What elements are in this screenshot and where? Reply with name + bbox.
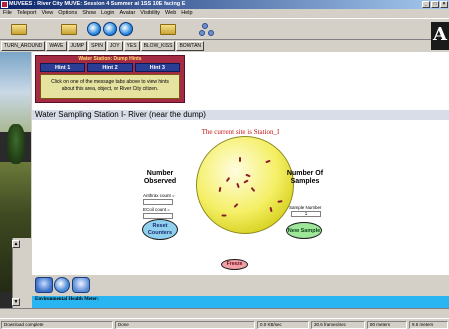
minimize-button[interactable]: _ [422,1,430,8]
forward-globe-icon[interactable] [119,22,133,36]
icon-toolbar [0,18,449,40]
bacteria-colony[interactable] [265,159,271,164]
status-distance-1: 80 meters [367,321,407,329]
maximize-button[interactable]: □ [431,1,439,8]
map-icon[interactable] [35,277,53,293]
anthrax-count-label: Anthrax count = [143,193,175,198]
back-globe-icon[interactable] [87,22,101,36]
spin-button[interactable]: SPIN [88,41,106,51]
bacteria-colony[interactable] [269,206,273,213]
user-icon[interactable] [202,23,208,29]
scroll-up-arrow[interactable]: ▲ [12,240,20,248]
hints-body: Click on one of the message tabs above t… [40,74,180,99]
bowtan-button[interactable]: BOWTAN [176,41,205,51]
number-of-samples-line2: Samples [290,178,320,185]
number-of-samples-heading: Number Of Samples [285,170,325,186]
new-sample-button[interactable]: New Sample [286,222,322,239]
bacteria-colony[interactable] [218,186,222,193]
folder-icon[interactable] [11,24,27,35]
number-observed-line2: Observed [143,178,177,185]
command-toolbar: TURN_AROUND WAVE JUMP SPIN JOY YES BLOW_… [1,41,205,51]
user-body-icon [199,30,205,36]
user2-body-icon [208,30,214,36]
bottom-icon-strip [32,275,449,296]
bacteria-colony[interactable] [239,157,241,162]
menu-login[interactable]: Login [101,9,114,18]
environmental-health-meter: Environmental Health Meter: [32,296,449,308]
anthrax-count-field[interactable] [143,199,173,205]
home-globe-icon[interactable] [103,22,117,36]
turn-around-button[interactable]: TURN_AROUND [1,41,46,51]
notebook-icon[interactable] [72,277,90,293]
status-distance-2: 9.5 meters [409,321,448,329]
bacteria-colony[interactable] [245,173,251,178]
bacteria-colony[interactable] [277,200,283,203]
number-observed-line1: Number [146,170,174,177]
window-title: MUVEES : River City MUVE: Session 4 Summ… [9,1,186,7]
app-icon [1,1,8,8]
menu-teleport[interactable]: Teleport [17,9,37,18]
menu-view[interactable]: View [41,9,53,18]
menu-web[interactable]: Web [165,9,176,18]
blow-kiss-button[interactable]: BLOW_KISS [140,41,176,51]
bacteria-colony[interactable] [250,186,256,193]
bacteria-colony[interactable] [225,176,231,183]
horizontal-scrollbar[interactable] [0,308,449,316]
jump-button[interactable]: JUMP [67,41,88,51]
hints-title: Water Station: Dump Hints [78,56,142,62]
menu-visibility[interactable]: Visibility [140,9,160,18]
freeze-button[interactable]: Freeze [221,259,248,270]
ecoli-count-label: ECoil count = [143,207,170,212]
bacteria-colony[interactable] [233,203,239,208]
status-done: Done [115,321,255,329]
bacteria-colony[interactable] [221,214,227,217]
chat-icon[interactable] [61,24,77,35]
scroll-down-arrow[interactable]: ▼ [12,298,20,306]
menu-show[interactable]: Show [82,9,96,18]
sample-number-field: 1 [291,211,321,217]
petri-dish[interactable] [196,136,294,234]
close-button[interactable]: × [440,1,448,8]
scene-sky [0,52,31,132]
reset-counters-button[interactable]: Reset Counters [142,219,178,240]
sample-number-label: Sample Number [289,205,322,210]
hint-tab-3[interactable]: Hint 3 [134,63,180,72]
number-of-samples-line1: Number Of [286,170,324,177]
menu-bar: File Teleport View Options Show Login Av… [0,9,449,18]
status-frame-rate: 30.6 frames/sec [311,321,365,329]
number-observed-heading: Number Observed [142,170,178,186]
reset-counters-label-2: Counters [147,229,173,236]
brand-logo: A [431,22,449,50]
title-bar: MUVEES : River City MUVE: Session 4 Summ… [0,0,449,9]
scene-tree [7,124,25,164]
menu-options[interactable]: Options [58,9,77,18]
env-meter-label: Environmental Health Meter: [35,297,99,302]
page-title: Water Sampling Station I- River (near th… [35,110,206,119]
current-site-text: The current site is Station_I [201,128,280,136]
hints-panel: Water Station: Dump Hints Hint 1 Hint 2 … [35,55,185,103]
globe-icon[interactable] [54,277,70,293]
wave-button[interactable]: WAVE [46,41,67,51]
sampling-content: Water Station: Dump Hints Hint 1 Hint 2 … [32,52,449,296]
status-transfer-rate: 0.0 KB/sec [257,321,309,329]
hint-tab-1[interactable]: Hint 1 [40,63,86,72]
yes-button[interactable]: YES [123,41,140,51]
bacteria-colony[interactable] [236,182,240,189]
bacteria-colony[interactable] [243,179,249,184]
menu-avatar[interactable]: Avatar [119,9,135,18]
menu-file[interactable]: File [3,9,12,18]
status-bar: Download complete Done 0.0 KB/sec 30.6 f… [0,318,449,329]
hint-tab-2[interactable]: Hint 2 [87,63,133,72]
joy-button[interactable]: JOY [106,41,123,51]
app-window: MUVEES : River City MUVE: Session 4 Summ… [0,0,449,329]
menu-help[interactable]: Help [181,9,192,18]
inventory-icon[interactable] [160,24,176,35]
status-download: Download complete [1,321,113,329]
